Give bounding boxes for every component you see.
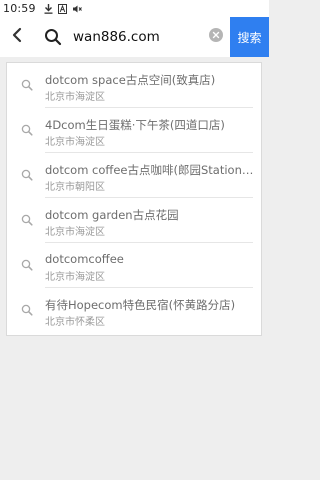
- suggestion-address: 北京市海淀区: [45, 272, 105, 283]
- suggestion-address: 北京市海淀区: [45, 137, 105, 148]
- search-icon: [20, 258, 34, 272]
- suggestion-item[interactable]: dotcom garden古点花园 北京市海淀区: [7, 198, 261, 243]
- status-bar: 10:59: [0, 0, 269, 17]
- mute-icon: [72, 4, 82, 14]
- suggestion-title: dotcom space古点空间(致真店): [45, 73, 216, 87]
- back-arrow-icon: [11, 27, 23, 47]
- suggestion-address: 北京市海淀区: [45, 92, 105, 103]
- search-button[interactable]: 搜索: [230, 17, 269, 57]
- search-icon: [20, 213, 34, 227]
- suggestion-item[interactable]: 有待Hopecom特色民宿(怀黄路分店) 北京市怀柔区: [7, 288, 261, 333]
- clear-icon: [209, 27, 223, 46]
- search-icon: [20, 123, 34, 137]
- status-icons: [44, 3, 82, 14]
- status-time: 10:59: [3, 2, 36, 15]
- download-icon: [44, 3, 53, 14]
- back-button[interactable]: [0, 17, 34, 57]
- search-icon: [20, 303, 34, 317]
- clear-button[interactable]: [209, 27, 223, 46]
- search-input[interactable]: wan886.com: [73, 29, 160, 45]
- suggestion-item[interactable]: 4Dcom生日蛋糕·下午茶(四道口店) 北京市海淀区: [7, 108, 261, 153]
- suggestion-address: 北京市怀柔区: [45, 317, 105, 328]
- search-icon: [42, 26, 64, 48]
- search-header: wan886.com 搜索: [0, 17, 269, 57]
- search-icon: [20, 78, 34, 92]
- suggestion-item[interactable]: dotcom space古点空间(致真店) 北京市海淀区: [7, 63, 261, 108]
- search-icon: [20, 168, 34, 182]
- suggestion-address: 北京市朝阳区: [45, 182, 105, 193]
- suggestion-item[interactable]: dotcom coffee古点咖啡(郎园Station… 北京市朝阳区: [7, 153, 261, 198]
- suggestion-title: dotcom coffee古点咖啡(郎园Station…: [45, 163, 254, 177]
- a-letter-icon: [57, 3, 67, 14]
- suggestion-title: dotcomcoffee: [45, 252, 124, 266]
- suggestion-title: dotcom garden古点花园: [45, 208, 179, 222]
- suggestion-list: dotcom space古点空间(致真店) 北京市海淀区 4Dcom生日蛋糕·下…: [6, 62, 262, 336]
- suggestion-title: 有待Hopecom特色民宿(怀黄路分店): [45, 298, 236, 312]
- suggestion-title: 4Dcom生日蛋糕·下午茶(四道口店): [45, 118, 225, 132]
- search-box[interactable]: wan886.com: [34, 17, 230, 57]
- suggestion-address: 北京市海淀区: [45, 227, 105, 238]
- suggestion-item[interactable]: dotcomcoffee 北京市海淀区: [7, 243, 261, 288]
